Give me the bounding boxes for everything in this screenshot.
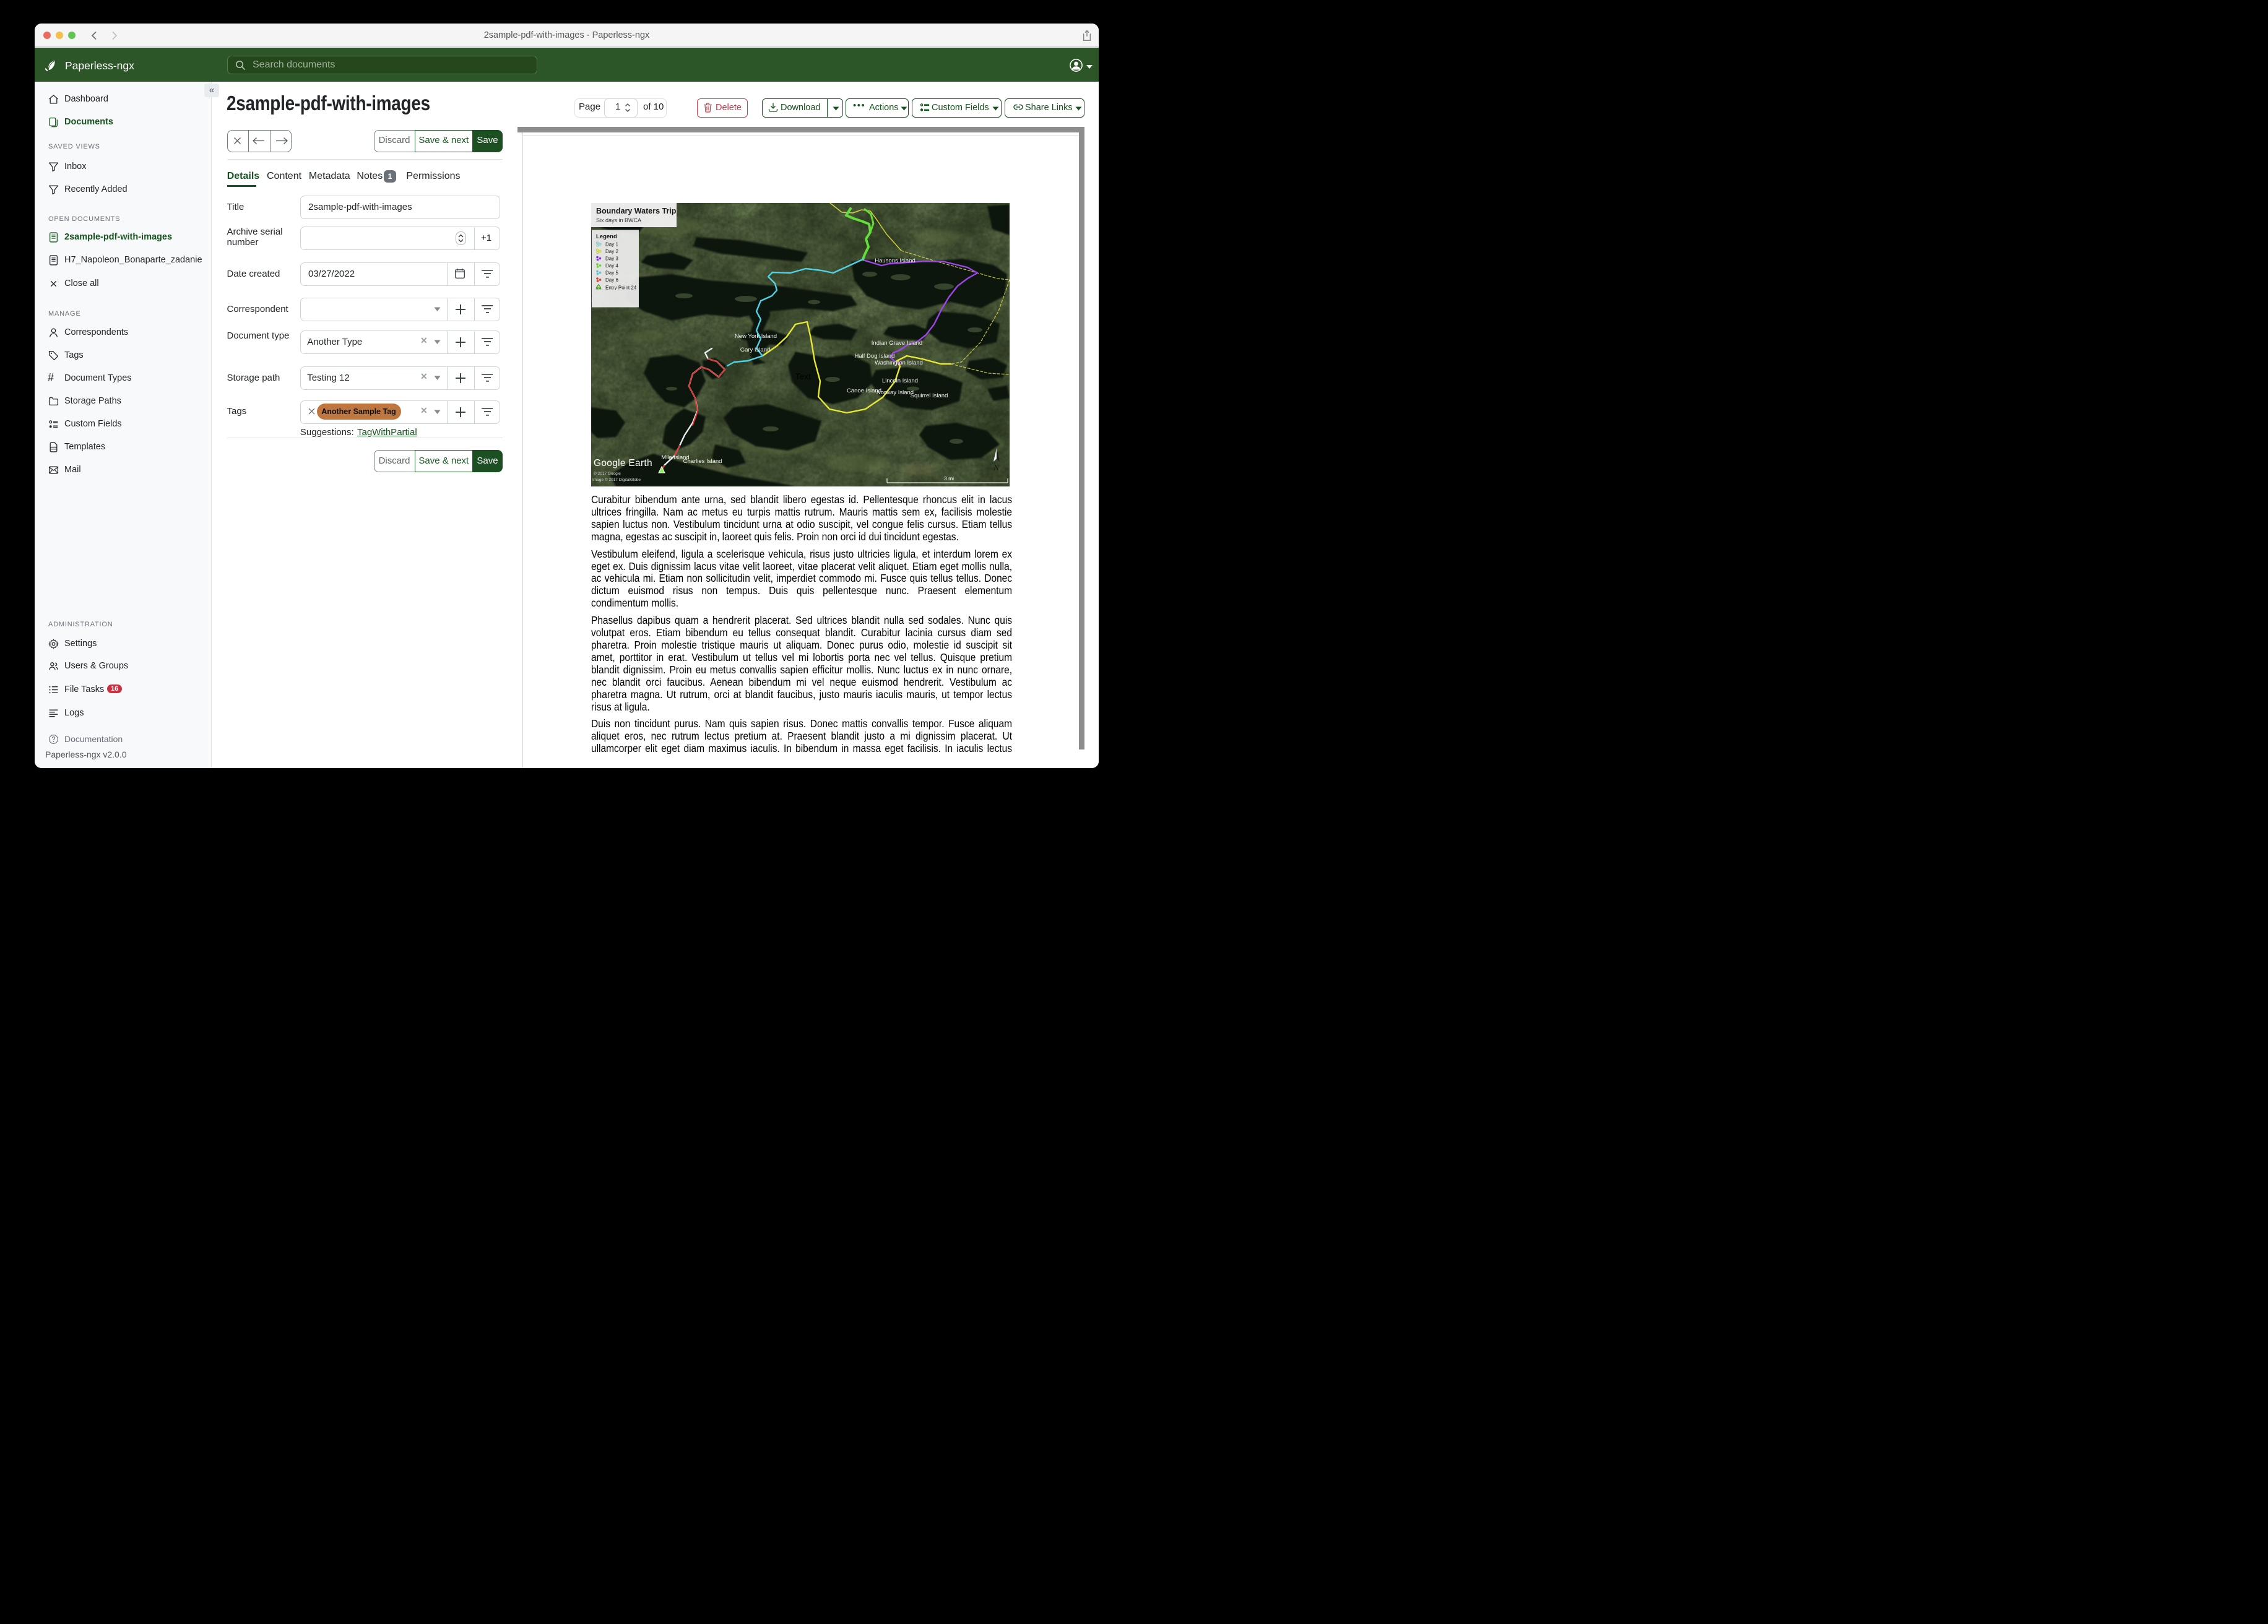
svg-text:3 mi: 3 mi: [944, 475, 954, 482]
svg-text:N: N: [993, 463, 1000, 472]
svg-text:Squirrel Island: Squirrel Island: [911, 392, 948, 399]
svg-text:Day 5: Day 5: [605, 270, 618, 275]
svg-text:Six days in BWCA: Six days in BWCA: [596, 217, 641, 223]
svg-text:Day 4: Day 4: [605, 263, 618, 269]
svg-text:Boundary Waters Trip: Boundary Waters Trip: [596, 207, 677, 215]
svg-text:Washington Island: Washington Island: [875, 360, 923, 366]
svg-text:Charlies Island: Charlies Island: [683, 458, 722, 465]
svg-text:Day 2: Day 2: [605, 249, 618, 254]
svg-text:Image © 2017 DigitalGlobe: Image © 2017 DigitalGlobe: [592, 477, 641, 482]
svg-text:Legend: Legend: [596, 233, 617, 240]
svg-text:Indian Grave Island: Indian Grave Island: [872, 340, 922, 347]
svg-text:Hausons Island: Hausons Island: [875, 257, 915, 264]
svg-text:Day 3: Day 3: [605, 256, 618, 261]
svg-text:Gary Island: Gary Island: [740, 347, 771, 353]
svg-text:Entry Point 24: Entry Point 24: [605, 285, 637, 290]
svg-text:Text: Text: [795, 372, 811, 381]
svg-text:New York Island: New York Island: [735, 333, 777, 340]
svg-text:Day 1: Day 1: [605, 241, 618, 247]
svg-text:Day 6: Day 6: [605, 277, 618, 283]
svg-text:Lincoln Island: Lincoln Island: [882, 378, 918, 384]
svg-text:Half Dog Island: Half Dog Island: [855, 353, 895, 360]
svg-text:© 2017 Google: © 2017 Google: [594, 471, 621, 476]
svg-text:Norway Island: Norway Island: [876, 389, 914, 396]
svg-text:Google Earth: Google Earth: [594, 458, 652, 469]
